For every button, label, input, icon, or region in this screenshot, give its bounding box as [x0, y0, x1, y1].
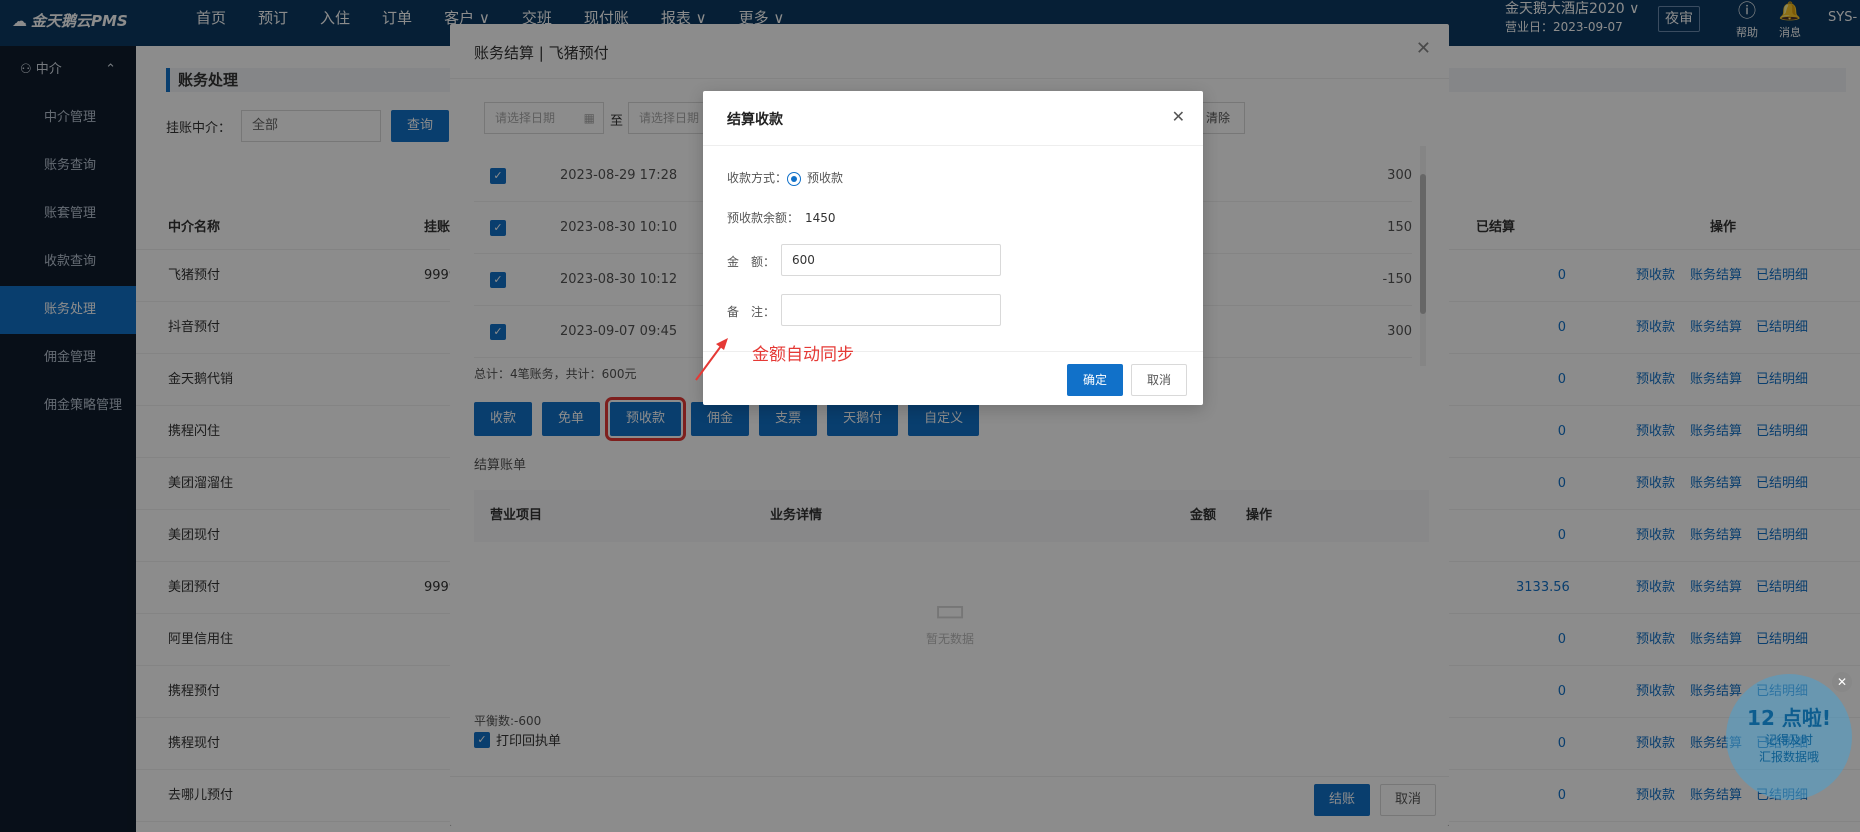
- payment-dialog-title: 结算收款: [727, 112, 783, 128]
- amount-input[interactable]: 600: [781, 244, 1001, 276]
- amount-label: 金 额：: [727, 255, 776, 269]
- cancel-button[interactable]: 取消: [1131, 364, 1187, 396]
- close-icon[interactable]: ✕: [1172, 107, 1185, 126]
- promo-badge[interactable]: 12 点啦! 记得及时 汇报数据哦: [1726, 674, 1852, 800]
- annotation-arrow: [695, 338, 728, 381]
- annotation-text: 金额自动同步: [752, 345, 854, 365]
- note-label: 备 注：: [727, 305, 776, 319]
- note-input[interactable]: [781, 294, 1001, 326]
- prepaid-balance: 1450: [805, 211, 836, 225]
- radio-selected-icon[interactable]: [787, 171, 802, 186]
- divider: [703, 145, 1203, 146]
- balance-row: 预收款余额： 1450: [727, 211, 836, 225]
- confirm-button[interactable]: 确定: [1067, 364, 1123, 396]
- promo-close-icon[interactable]: ✕: [1832, 672, 1852, 692]
- method-prepaid[interactable]: 预收款: [807, 171, 843, 185]
- payment-method-row: 收款方式： 预收款: [727, 171, 844, 186]
